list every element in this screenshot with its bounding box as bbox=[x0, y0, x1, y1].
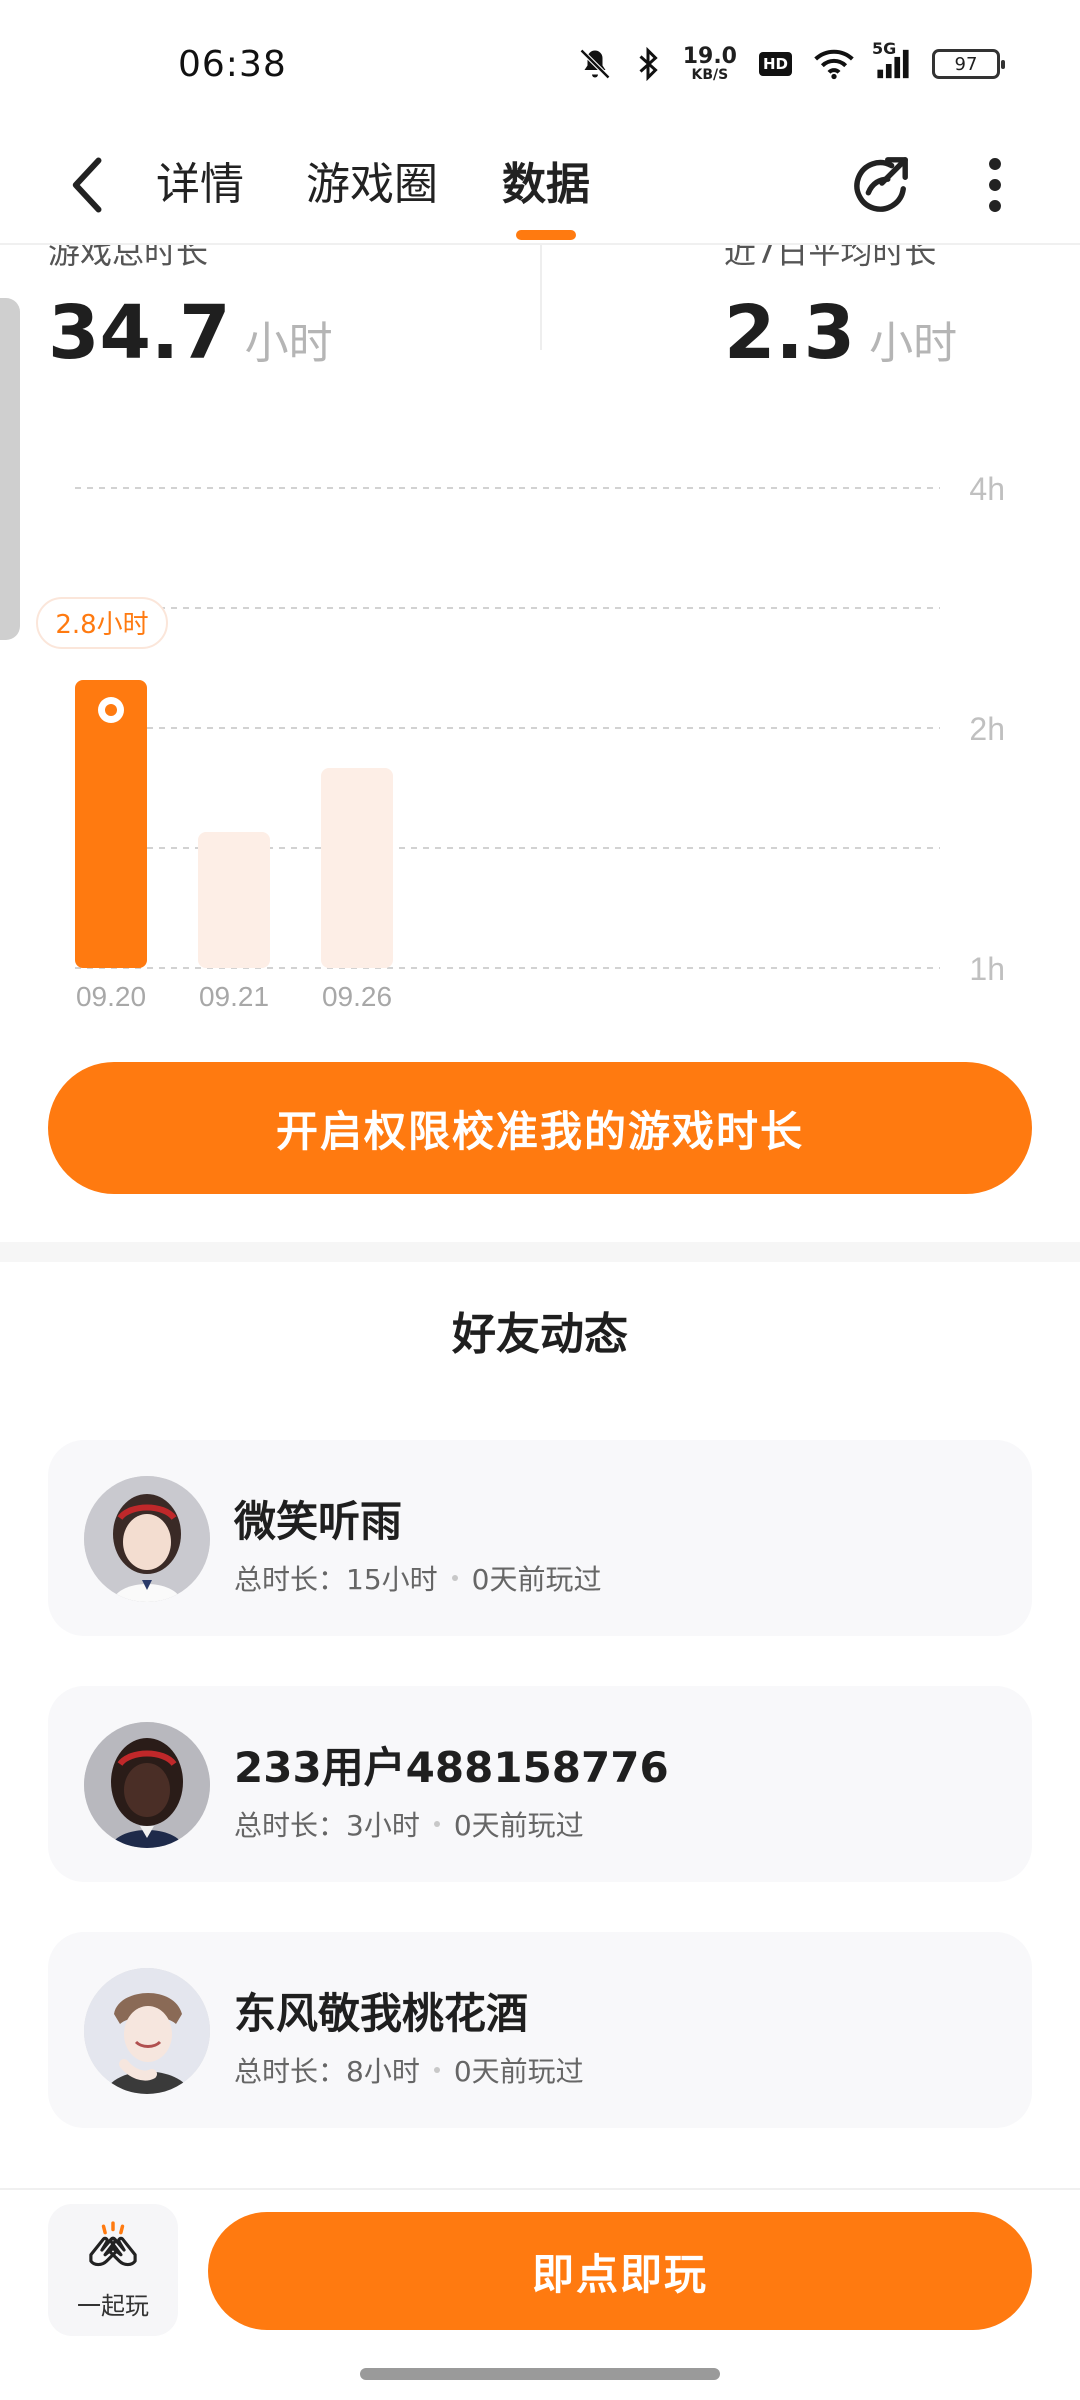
more-options-button[interactable] bbox=[970, 145, 1020, 225]
status-time: 06:38 bbox=[178, 44, 287, 85]
y-tick-label: 4h bbox=[969, 471, 1005, 507]
total-playtime-unit: 小时 bbox=[244, 318, 333, 369]
battery-icon: 97 bbox=[932, 49, 1005, 79]
total-time-value: 3小时 bbox=[346, 1809, 420, 1842]
total-playtime-label: 游戏总时长 bbox=[48, 245, 209, 271]
instant-play-button[interactable]: 即点即玩 bbox=[208, 2212, 1032, 2330]
cell-signal-icon: 5G bbox=[872, 39, 910, 79]
total-time-value: 15小时 bbox=[346, 1563, 438, 1596]
separator-dot bbox=[433, 1821, 440, 1827]
share-icon bbox=[854, 157, 908, 212]
friend-name: 东风敬我桃花酒 bbox=[234, 1989, 529, 2038]
total-playtime: 34.7 小时 bbox=[48, 290, 333, 376]
stats-summary: 游戏总时长 34.7 小时 近7日平均时长 2.3 小时 bbox=[0, 245, 1080, 395]
friend-card[interactable]: 233用户488158776 总时长： 3小时 0天前玩过 bbox=[48, 1686, 1032, 1882]
x-tick-label: 09.20 bbox=[76, 981, 146, 1012]
x-tick-label: 09.21 bbox=[199, 981, 269, 1012]
total-time-label: 总时长： bbox=[234, 2055, 347, 2088]
avg-playtime-value: 2.3 bbox=[724, 290, 856, 376]
chart-bar[interactable] bbox=[198, 832, 270, 968]
play-together-label: 一起玩 bbox=[77, 2291, 149, 2320]
signal-label: 5G bbox=[872, 39, 897, 58]
chart-bar[interactable] bbox=[75, 680, 147, 968]
friend-meta: 总时长： 15小时 0天前玩过 bbox=[234, 1558, 601, 1598]
avatar[interactable] bbox=[84, 1722, 210, 1848]
avatar[interactable] bbox=[84, 1476, 210, 1602]
active-tab-indicator bbox=[516, 230, 576, 240]
playtime-chart: 4h 2h 1h 09.20 2.8小时 09.21 09.26 bbox=[0, 420, 1080, 1040]
stats-divider bbox=[540, 245, 542, 350]
home-indicator[interactable] bbox=[360, 2368, 720, 2380]
tab-details[interactable]: 详情 bbox=[156, 150, 244, 220]
hd-badge: HD bbox=[758, 52, 792, 76]
x-tick-label: 09.26 bbox=[322, 981, 392, 1012]
friend-card[interactable]: 东风敬我桃花酒 总时长： 8小时 0天前玩过 bbox=[48, 1932, 1032, 2128]
bottom-action-bar: 一起玩 即点即玩 bbox=[0, 2188, 1080, 2400]
y-tick-label: 2h bbox=[969, 711, 1005, 747]
chart-bar[interactable] bbox=[321, 768, 393, 968]
tab-game-circle[interactable]: 游戏圈 bbox=[306, 150, 438, 220]
total-time-label: 总时长： bbox=[234, 1563, 347, 1596]
section-divider bbox=[0, 1242, 1080, 1262]
wifi-icon bbox=[814, 48, 854, 80]
total-time-value: 8小时 bbox=[346, 2055, 420, 2088]
friend-name: 微笑听雨 bbox=[234, 1497, 403, 1546]
friend-name: 233用户488158776 bbox=[234, 1743, 669, 1792]
avg-playtime: 2.3 小时 bbox=[724, 290, 957, 376]
avg-playtime-unit: 小时 bbox=[869, 318, 958, 369]
share-button[interactable] bbox=[840, 145, 920, 225]
separator-dot bbox=[433, 2067, 440, 2073]
value-tooltip-label: 2.8小时 bbox=[55, 610, 148, 640]
bar-marker-inner bbox=[105, 704, 117, 716]
bluetooth-icon bbox=[635, 46, 661, 82]
friend-meta: 总时长： 8小时 0天前玩过 bbox=[234, 2050, 584, 2090]
last-played: 0天前玩过 bbox=[453, 1809, 584, 1842]
avatar[interactable] bbox=[84, 1968, 210, 2094]
separator-dot bbox=[451, 1575, 458, 1581]
top-nav: 详情 游戏圈 数据 bbox=[0, 130, 1080, 245]
mute-icon bbox=[577, 46, 613, 82]
tab-data[interactable]: 数据 bbox=[502, 150, 590, 220]
friends-activity-title: 好友动态 bbox=[452, 1309, 628, 1360]
y-tick-label: 1h bbox=[969, 951, 1005, 987]
play-together-button[interactable]: 一起玩 bbox=[48, 2204, 178, 2336]
back-button[interactable] bbox=[58, 150, 118, 220]
last-played: 0天前玩过 bbox=[471, 1563, 602, 1596]
clapping-hands-icon bbox=[89, 2220, 137, 2266]
last-played: 0天前玩过 bbox=[453, 2055, 584, 2088]
playtime-bar-chart: 4h 2h 1h 09.20 2.8小时 09.21 09.26 bbox=[36, 471, 1005, 1012]
friend-meta: 总时长： 3小时 0天前玩过 bbox=[234, 1804, 584, 1844]
calibrate-playtime-button[interactable]: 开启权限校准我的游戏时长 bbox=[48, 1062, 1032, 1194]
more-vertical-icon bbox=[989, 158, 1001, 212]
total-playtime-value: 34.7 bbox=[48, 290, 231, 376]
battery-level: 97 bbox=[954, 53, 978, 75]
chevron-left-icon bbox=[72, 157, 102, 213]
net-speed: 19.0 KB/S bbox=[682, 44, 737, 83]
total-time-label: 总时长： bbox=[234, 1809, 347, 1842]
friend-card[interactable]: 微笑听雨 总时长： 15小时 0天前玩过 bbox=[48, 1440, 1032, 1636]
status-bar: 06:38 19.0 KB/S HD 5G 97 bbox=[0, 0, 1080, 130]
avg-playtime-label: 近7日平均时长 bbox=[724, 245, 937, 271]
status-icons: 19.0 KB/S HD 5G 97 bbox=[577, 39, 1005, 83]
